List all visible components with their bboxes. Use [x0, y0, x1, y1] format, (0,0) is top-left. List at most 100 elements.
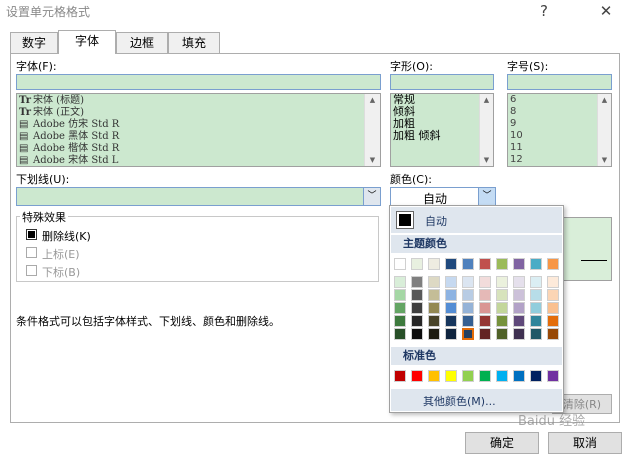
font-list-item[interactable]: ▤ Adobe 黑体 Std R	[19, 131, 359, 143]
theme-color-swatch[interactable]	[530, 258, 542, 270]
theme-color-swatch[interactable]	[496, 328, 508, 340]
theme-color-swatch[interactable]	[496, 289, 508, 301]
theme-color-swatch[interactable]	[462, 315, 474, 327]
theme-color-swatch[interactable]	[462, 289, 474, 301]
theme-color-swatch[interactable]	[411, 302, 423, 314]
theme-color-swatch[interactable]	[411, 276, 423, 288]
theme-color-swatch[interactable]	[479, 276, 491, 288]
theme-color-swatch[interactable]	[462, 302, 474, 314]
theme-color-swatch[interactable]	[513, 289, 525, 301]
tab-fill[interactable]: 填充	[168, 32, 220, 53]
theme-color-swatch[interactable]	[547, 276, 559, 288]
size-list-item[interactable]: 6	[510, 94, 523, 106]
theme-color-swatch[interactable]	[445, 276, 457, 288]
font-list-item[interactable]: ▤ Adobe 楷体 Std R	[19, 143, 359, 155]
theme-color-swatch[interactable]	[479, 289, 491, 301]
scroll-up-icon[interactable]: ▲	[598, 94, 611, 106]
theme-color-swatch[interactable]	[479, 328, 491, 340]
style-list-item[interactable]: 加粗 倾斜	[393, 130, 441, 142]
theme-color-swatch[interactable]	[428, 258, 440, 270]
scroll-down-icon[interactable]: ▼	[480, 154, 493, 166]
scroll-down-icon[interactable]: ▼	[365, 154, 380, 166]
size-list-item[interactable]: 8	[510, 106, 523, 118]
scroll-up-icon[interactable]: ▲	[365, 94, 380, 106]
standard-color-swatch[interactable]	[411, 370, 423, 382]
style-scrollbar[interactable]: ▲ ▼	[479, 94, 493, 166]
theme-color-swatch[interactable]	[513, 258, 525, 270]
tab-border[interactable]: 边框	[116, 32, 168, 53]
size-scrollbar[interactable]: ▲ ▼	[597, 94, 611, 166]
more-colors-item[interactable]: 其他颜色(M)...	[391, 389, 562, 411]
tab-font[interactable]: 字体	[58, 30, 116, 54]
theme-color-swatch[interactable]	[445, 315, 457, 327]
theme-color-swatch[interactable]	[445, 258, 457, 270]
standard-color-swatch[interactable]	[513, 370, 525, 382]
auto-color-item[interactable]: 自动	[391, 207, 562, 233]
theme-color-swatch[interactable]	[394, 276, 406, 288]
theme-color-swatch[interactable]	[428, 302, 440, 314]
standard-color-swatch[interactable]	[445, 370, 457, 382]
theme-color-swatch[interactable]	[428, 315, 440, 327]
theme-color-swatch[interactable]	[530, 315, 542, 327]
color-select[interactable]: 自动 ﹀	[390, 187, 496, 206]
theme-color-swatch[interactable]	[462, 276, 474, 288]
size-list-item[interactable]: 9	[510, 118, 523, 130]
style-input[interactable]	[390, 74, 494, 90]
standard-color-swatch[interactable]	[462, 370, 474, 382]
underline-select[interactable]: ﹀	[16, 187, 381, 206]
theme-color-swatch[interactable]	[394, 328, 406, 340]
font-scrollbar[interactable]: ▲ ▼	[364, 94, 380, 166]
tab-number[interactable]: 数字	[10, 32, 58, 53]
standard-color-swatch[interactable]	[479, 370, 491, 382]
theme-color-swatch[interactable]	[394, 289, 406, 301]
font-input[interactable]	[16, 74, 381, 90]
close-button[interactable]: ✕	[586, 0, 626, 24]
theme-color-swatch[interactable]	[394, 315, 406, 327]
scroll-up-icon[interactable]: ▲	[480, 94, 493, 106]
style-list[interactable]: 常规 倾斜 加粗 加粗 倾斜 ▲ ▼	[390, 93, 494, 167]
theme-color-swatch[interactable]	[547, 258, 559, 270]
theme-color-swatch[interactable]	[496, 258, 508, 270]
theme-color-swatch[interactable]	[428, 328, 440, 340]
theme-color-swatch[interactable]	[411, 258, 423, 270]
font-list[interactable]: Tr 宋体 (标题) Tr 宋体 (正文) ▤ Adobe 仿宋 Std R ▤ Adobe …	[16, 93, 381, 167]
theme-color-swatch[interactable]	[411, 289, 423, 301]
help-button[interactable]: ?	[524, 0, 564, 24]
scroll-down-icon[interactable]: ▼	[598, 154, 611, 166]
standard-color-swatch[interactable]	[547, 370, 559, 382]
size-list-item[interactable]: 10	[510, 130, 523, 142]
theme-color-swatch[interactable]	[513, 276, 525, 288]
standard-color-swatch[interactable]	[496, 370, 508, 382]
theme-color-swatch[interactable]	[428, 276, 440, 288]
chevron-down-icon[interactable]: ﹀	[363, 188, 380, 205]
theme-color-swatch[interactable]	[445, 328, 457, 340]
font-list-item[interactable]: ▤ Adobe 宋体 Std L	[19, 155, 359, 166]
effect-checkbox[interactable]	[26, 229, 37, 240]
size-input[interactable]	[507, 74, 612, 90]
theme-color-swatch[interactable]	[530, 302, 542, 314]
theme-color-swatch[interactable]	[530, 328, 542, 340]
standard-color-swatch[interactable]	[394, 370, 406, 382]
size-list[interactable]: 6 8 9 10 11 12 ▲ ▼	[507, 93, 612, 167]
theme-color-swatch[interactable]	[479, 302, 491, 314]
size-list-item[interactable]: 11	[510, 142, 523, 154]
theme-color-swatch[interactable]	[394, 258, 406, 270]
theme-color-swatch[interactable]	[547, 302, 559, 314]
theme-color-swatch[interactable]	[547, 289, 559, 301]
standard-color-swatch[interactable]	[428, 370, 440, 382]
font-list-item[interactable]: ▤ Adobe 仿宋 Std R	[19, 119, 359, 131]
theme-color-swatch[interactable]	[496, 315, 508, 327]
theme-color-swatch[interactable]	[530, 289, 542, 301]
theme-color-swatch[interactable]	[411, 315, 423, 327]
theme-color-swatch[interactable]	[428, 289, 440, 301]
theme-color-swatch[interactable]	[513, 328, 525, 340]
theme-color-swatch[interactable]	[496, 276, 508, 288]
theme-color-swatch[interactable]	[462, 328, 474, 340]
theme-color-swatch[interactable]	[496, 302, 508, 314]
ok-button[interactable]: 确定	[465, 432, 539, 454]
theme-color-swatch[interactable]	[547, 315, 559, 327]
theme-color-swatch[interactable]	[462, 258, 474, 270]
theme-color-swatch[interactable]	[411, 328, 423, 340]
theme-color-swatch[interactable]	[530, 276, 542, 288]
theme-color-swatch[interactable]	[445, 302, 457, 314]
